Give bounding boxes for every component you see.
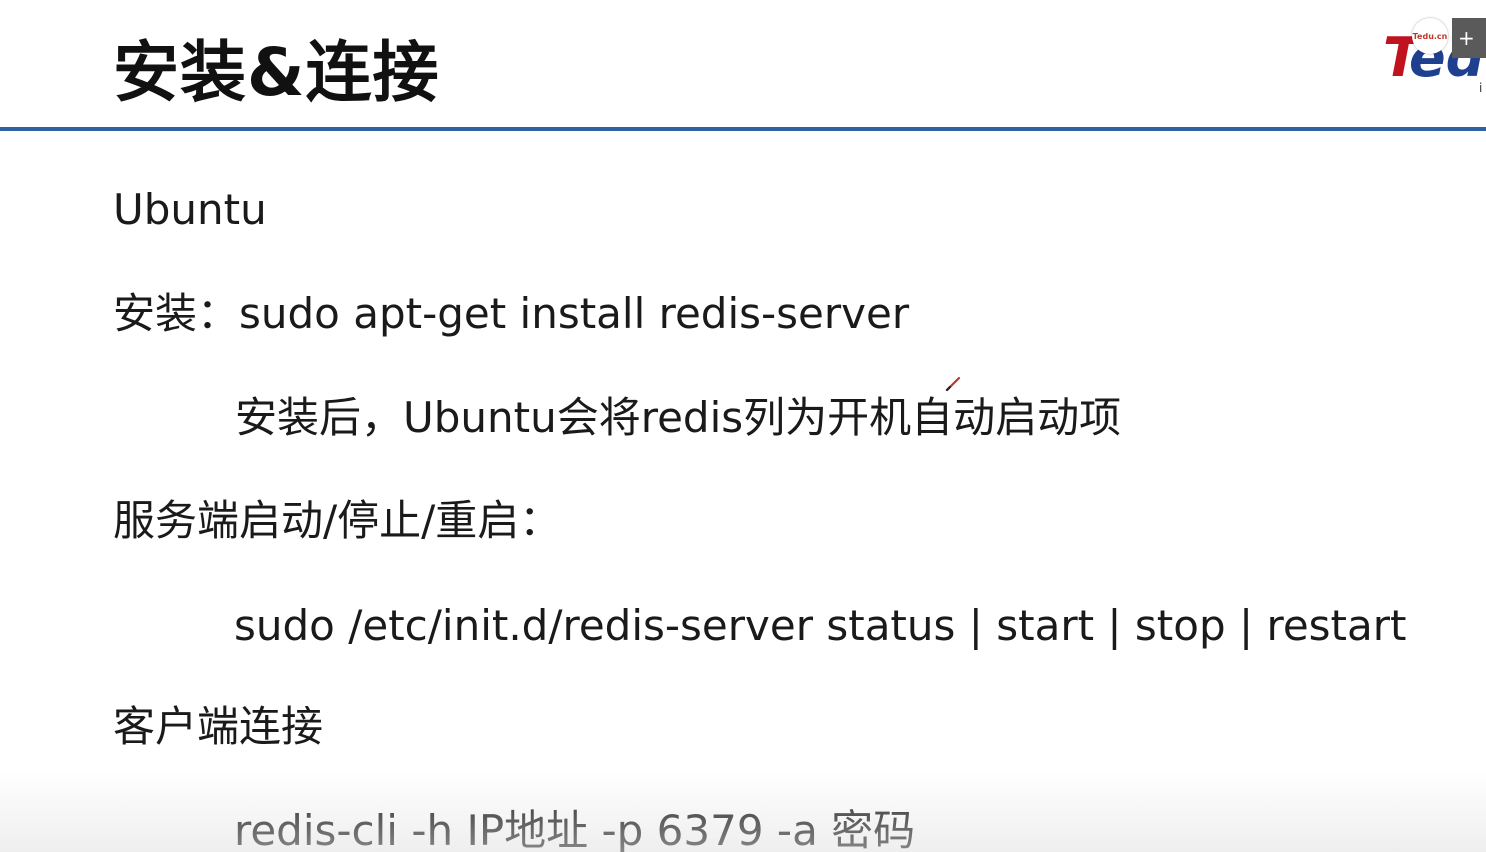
os-heading: Ubuntu: [113, 185, 267, 234]
logo-badge: Tedu.cn: [1412, 18, 1448, 54]
title-divider: [0, 127, 1486, 131]
install-note: 安装后，Ubuntu会将redis列为开机自动启动项: [235, 393, 1122, 442]
client-heading: 客户端连接: [113, 702, 324, 751]
install-command: 安装：sudo apt-get install redis-server: [113, 289, 910, 338]
svg-text:i: i: [1479, 81, 1482, 95]
client-command: redis-cli -h IP地址 -p 6379 -a 密码: [234, 806, 916, 852]
service-heading: 服务端启动/停止/重启：: [113, 496, 562, 545]
pen-cursor-icon: [945, 376, 961, 392]
corner-plus-icon[interactable]: +: [1452, 18, 1486, 58]
slide-title: 安装&连接: [113, 34, 440, 111]
service-command: sudo /etc/init.d/redis-server status | s…: [234, 601, 1407, 650]
presentation-slide: 安装&连接 T ed i Tedu.cn + Ubuntu 安装：sudo ap…: [0, 0, 1486, 852]
